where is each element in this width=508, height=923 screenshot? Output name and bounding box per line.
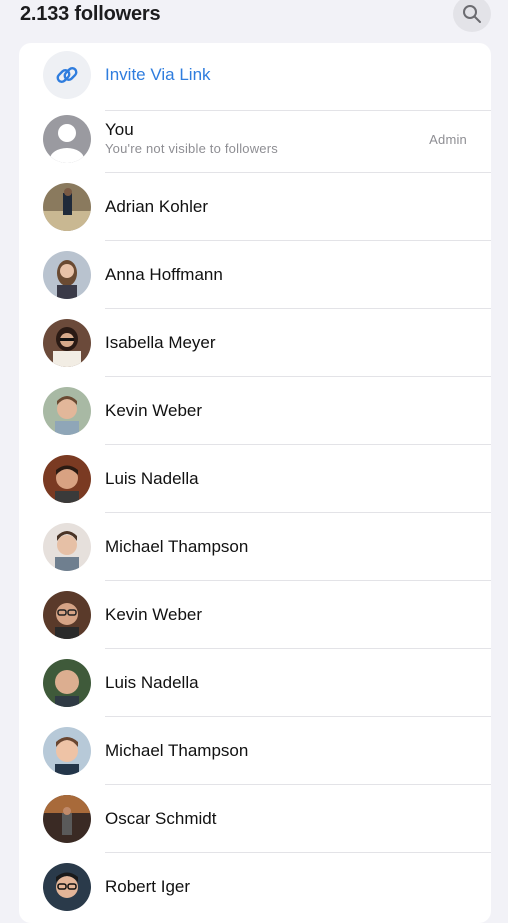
- follower-name: Robert Iger: [105, 877, 191, 896]
- follower-row[interactable]: Oscar Schmidt: [19, 785, 491, 853]
- follower-name: Kevin Weber: [105, 605, 203, 624]
- link-icon: [43, 51, 91, 99]
- follower-name: Adrian Kohler: [105, 197, 209, 216]
- avatar: [43, 591, 91, 639]
- follower-row[interactable]: Robert Iger: [19, 853, 491, 921]
- follower-row[interactable]: Luis Nadella: [19, 649, 491, 717]
- follower-name: Anna Hoffmann: [105, 265, 223, 284]
- follower-row[interactable]: Kevin Weber: [19, 377, 491, 445]
- invite-via-link-label: Invite Via Link: [105, 65, 211, 84]
- self-row[interactable]: You You're not visible to followers Admi…: [19, 105, 491, 173]
- avatar: [43, 387, 91, 435]
- follower-row[interactable]: Adrian Kohler: [19, 173, 491, 241]
- follower-row[interactable]: Kevin Weber: [19, 581, 491, 649]
- header: 2.133 followers: [0, 0, 508, 42]
- avatar: [43, 115, 91, 163]
- follower-name: Isabella Meyer: [105, 333, 216, 352]
- avatar: [43, 183, 91, 231]
- avatar: [43, 523, 91, 571]
- page-title: 2.133 followers: [20, 3, 161, 25]
- follower-name: Kevin Weber: [105, 401, 203, 420]
- search-button[interactable]: [453, 0, 491, 32]
- search-icon: [463, 5, 481, 23]
- admin-badge: Admin: [429, 132, 467, 147]
- follower-name: Michael Thampson: [105, 741, 249, 760]
- follower-row[interactable]: Anna Hoffmann: [19, 241, 491, 309]
- followers-list: Invite Via Link You You're not visible t…: [19, 43, 491, 923]
- avatar: [43, 251, 91, 299]
- self-subtitle: You're not visible to followers: [105, 141, 278, 156]
- follower-name: Oscar Schmidt: [105, 809, 217, 828]
- avatar: [43, 659, 91, 707]
- follower-row[interactable]: Luis Nadella: [19, 445, 491, 513]
- avatar: [43, 795, 91, 843]
- avatar: [43, 727, 91, 775]
- avatar: [43, 319, 91, 367]
- follower-name: Michael Thampson: [105, 537, 249, 556]
- follower-name: Luis Nadella: [105, 673, 199, 692]
- invite-via-link-row[interactable]: Invite Via Link: [19, 43, 491, 111]
- follower-name: Luis Nadella: [105, 469, 199, 488]
- follower-row[interactable]: Michael Thampson: [19, 717, 491, 785]
- follower-row[interactable]: Isabella Meyer: [19, 309, 491, 377]
- follower-row[interactable]: Michael Thampson: [19, 513, 491, 581]
- avatar: [43, 863, 91, 911]
- self-name: You: [105, 120, 134, 139]
- avatar: [43, 455, 91, 503]
